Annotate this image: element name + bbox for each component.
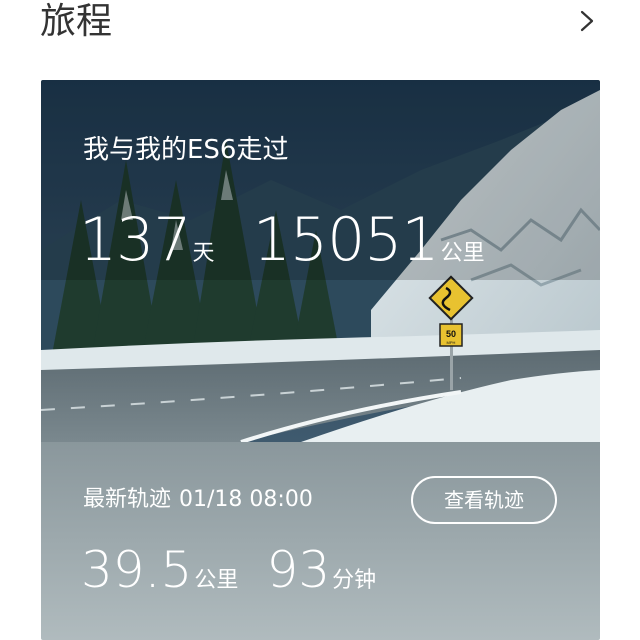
distance-value: 15051 [252,205,440,275]
days-value: 137 [79,205,192,275]
latest-label: 最新轨迹 [83,487,172,512]
speed-sign-unit: MPH [447,340,456,345]
trip-duration-unit: 分钟 [332,568,377,593]
latest-time: 01/18 08:00 [179,487,313,512]
trip-distance-unit: 公里 [194,568,239,593]
journey-card[interactable]: 50 MPH 我与我的ES6走过 137天 15051公里 最新轨迹 01/18 … [41,80,600,640]
trip-distance-value: 39.5 [81,541,193,599]
card-title: 我与我的ES6走过 [83,135,289,165]
total-stats: 137天 15051公里 [79,205,485,275]
latest-trip-stats: 39.5公里 93分钟 [81,540,376,600]
chevron-right-icon[interactable] [576,10,598,32]
latest-trip-row: 最新轨迹 01/18 08:00 [83,484,313,516]
page-title: 旅程 [40,1,113,42]
days-unit: 天 [192,241,215,266]
trip-duration-value: 93 [266,541,331,599]
view-track-button[interactable]: 查看轨迹 [411,476,557,524]
distance-unit: 公里 [440,241,485,266]
speed-sign-number: 50 [446,329,456,339]
